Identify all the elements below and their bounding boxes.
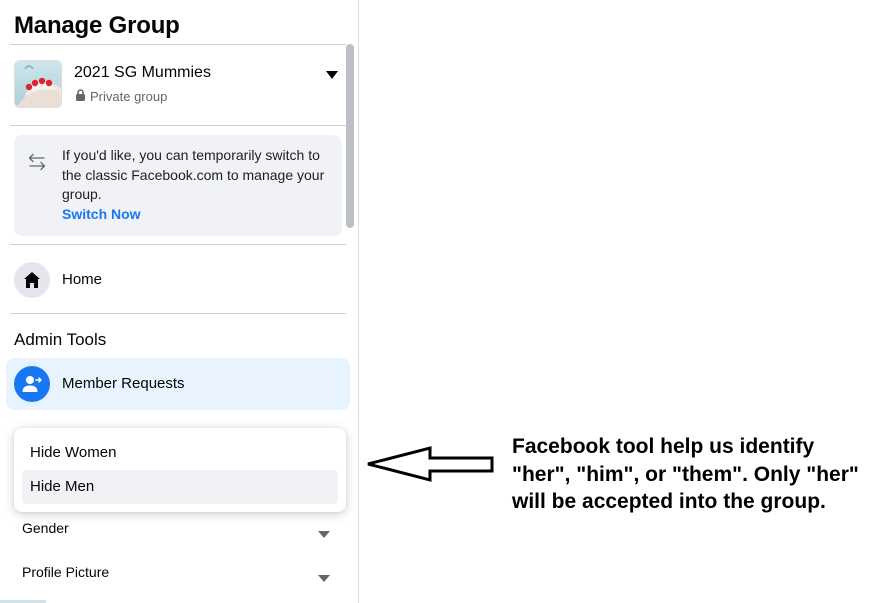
divider [10,313,346,314]
hide-filter-dropdown: Hide Women Hide Men [14,428,346,512]
group-privacy-label: Private group [90,89,168,104]
annotation-text: Facebook tool help us identify "her", "h… [512,435,859,513]
divider [10,125,346,126]
caret-down-icon [318,570,330,582]
divider [10,244,346,245]
nav-item-member-requests[interactable]: Member Requests [6,358,350,410]
filter-gender-label: Gender [22,520,69,536]
group-avatar[interactable] [14,60,62,108]
classic-switch-notice: If you'd like, you can temporarily switc… [14,135,342,236]
admin-tools-heading: Admin Tools [14,330,107,349]
divider [10,44,346,45]
switch-arrows-icon [28,153,46,171]
dropdown-option-hide-women[interactable]: Hide Women [22,436,338,470]
filter-profile-picture[interactable]: Profile Picture [6,556,350,592]
filter-gender[interactable]: Gender [6,512,350,548]
manage-group-panel: Manage Group 2021 SG Mummies Private gro… [0,0,359,603]
switch-now-link[interactable]: Switch Now [62,206,141,222]
home-icon [14,262,50,298]
page-title: Manage Group [14,12,180,39]
group-name[interactable]: 2021 SG Mummies [74,64,211,82]
nav-item-member-requests-label: Member Requests [62,375,185,392]
nav-item-home-label: Home [62,271,103,288]
left-arrow-icon [366,444,496,484]
member-requests-icon [14,366,50,402]
caret-down-icon [318,526,330,538]
group-privacy: Private group [75,89,167,104]
caret-down-icon[interactable] [324,68,340,80]
nav-item-home[interactable]: Home [6,256,350,302]
filter-profile-picture-label: Profile Picture [22,564,110,580]
scrollbar[interactable] [346,44,354,228]
notice-text: If you'd like, you can temporarily switc… [62,147,325,202]
lock-icon [75,89,86,104]
dropdown-option-hide-men[interactable]: Hide Men [22,470,338,504]
